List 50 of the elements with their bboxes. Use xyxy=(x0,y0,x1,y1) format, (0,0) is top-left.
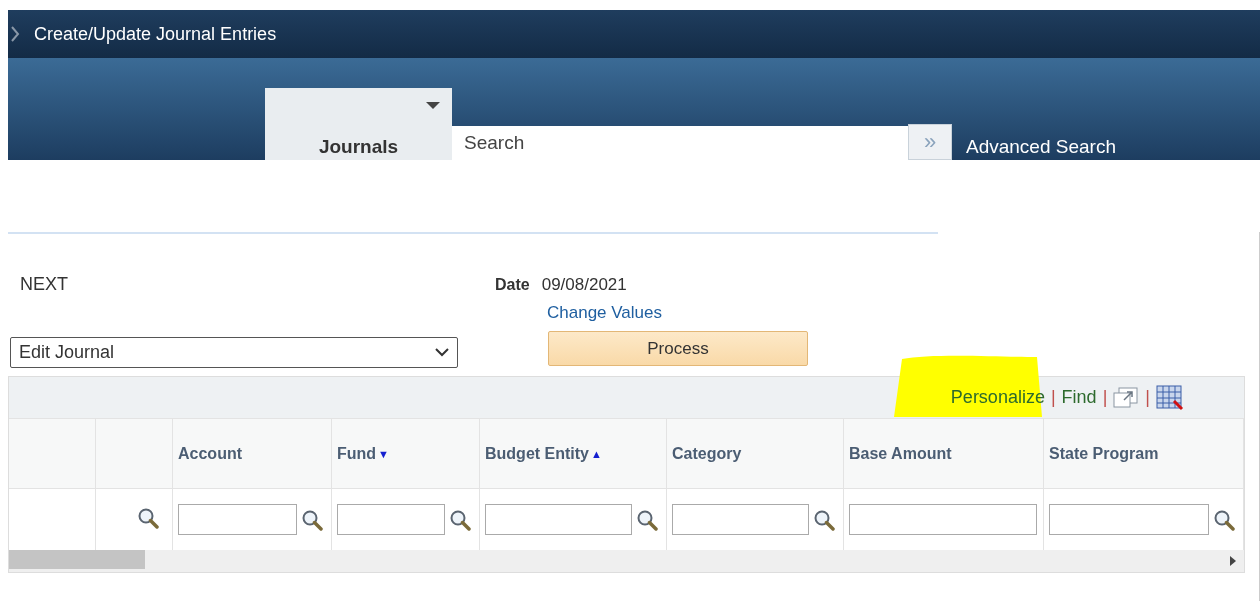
chevron-down-icon xyxy=(435,348,449,357)
journals-tab[interactable]: Journals xyxy=(265,88,452,160)
column-header[interactable] xyxy=(9,418,96,488)
column-header[interactable]: Account xyxy=(173,418,332,488)
find-link[interactable]: Find xyxy=(1061,387,1097,408)
search-icon[interactable] xyxy=(813,508,835,531)
date-label: Date xyxy=(495,276,530,294)
sort-icon[interactable]: ▲ xyxy=(591,447,602,460)
advanced-search-link[interactable]: Advanced Search xyxy=(966,136,1116,160)
change-values-link[interactable]: Change Values xyxy=(547,303,662,323)
search-field[interactable]: Search xyxy=(452,126,908,160)
search-icon[interactable] xyxy=(1213,508,1235,531)
process-button[interactable]: Process xyxy=(548,331,808,366)
sort-icon[interactable]: ▼ xyxy=(378,447,389,460)
spreadsheet-icon[interactable] xyxy=(1156,384,1184,411)
column-label: Budget Entity xyxy=(485,444,589,463)
search-icon[interactable] xyxy=(449,508,471,531)
chevron-icon xyxy=(10,26,20,42)
input-field[interactable] xyxy=(672,504,809,535)
column-label: Fund xyxy=(337,444,377,463)
search-icon[interactable] xyxy=(137,506,159,529)
separator: | xyxy=(1102,387,1108,408)
input-field[interactable] xyxy=(1049,504,1209,535)
separator: | xyxy=(1050,387,1056,408)
caret-icon xyxy=(426,102,440,110)
separator: | xyxy=(1145,387,1150,408)
input-field[interactable] xyxy=(849,504,1037,535)
column-header[interactable]: Base Amount xyxy=(844,418,1044,488)
action-select[interactable]: Edit Journal xyxy=(10,337,458,368)
zoom-icon[interactable] xyxy=(1113,386,1140,409)
column-header[interactable]: Budget Entity▲ xyxy=(480,418,667,488)
search-icon[interactable] xyxy=(636,508,658,531)
scroll-thumb[interactable] xyxy=(9,550,145,569)
next-label: NEXT xyxy=(20,274,69,295)
column-header[interactable]: Fund▼ xyxy=(332,418,480,488)
date-value: 09/08/2021 xyxy=(541,275,627,295)
column-label: Base Amount xyxy=(849,444,952,463)
search-icon[interactable] xyxy=(301,508,323,531)
page-title: Create/Update Journal Entries xyxy=(34,23,277,45)
column-header[interactable]: Category xyxy=(667,418,844,488)
input-field[interactable] xyxy=(178,504,297,535)
column-label: State Program xyxy=(1049,444,1159,463)
scroll-right-icon[interactable] xyxy=(1230,556,1236,566)
input-field[interactable] xyxy=(337,504,445,535)
column-label: Category xyxy=(672,444,742,463)
column-header[interactable]: State Program xyxy=(1044,418,1244,488)
horizontal-scrollbar[interactable] xyxy=(9,550,1244,572)
column-header[interactable] xyxy=(96,418,173,488)
input-field[interactable] xyxy=(485,504,632,535)
column-label: Account xyxy=(178,444,242,463)
